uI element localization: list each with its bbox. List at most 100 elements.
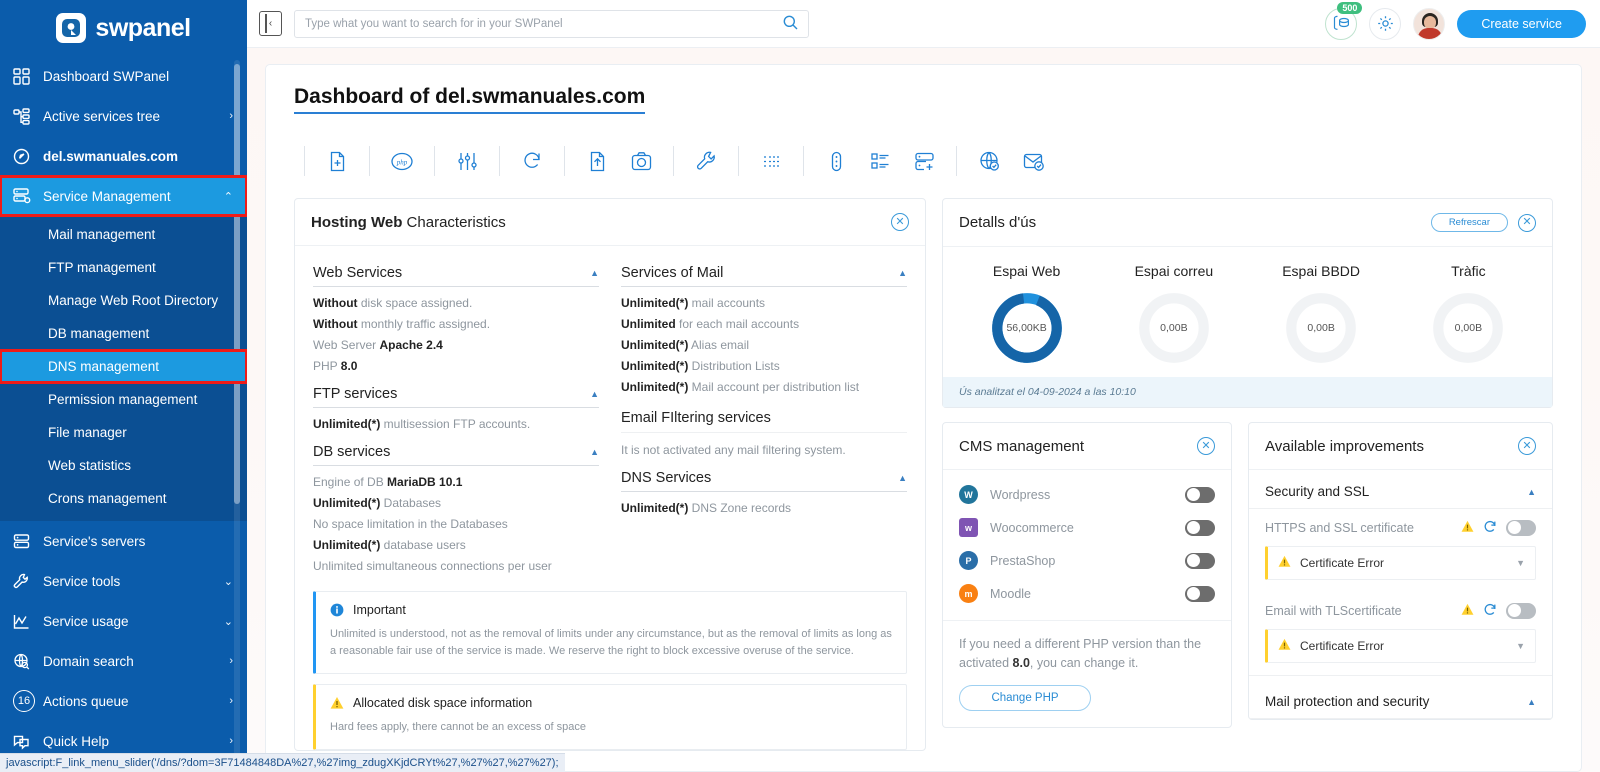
chevron-up-icon[interactable]: ▲ (1527, 487, 1536, 497)
refresh-icon[interactable] (1483, 519, 1497, 536)
create-service-button[interactable]: Create service (1457, 9, 1586, 38)
upload-file-icon[interactable] (575, 141, 619, 181)
moodle-icon: m (959, 584, 978, 603)
chevron-up-icon[interactable]: ▲ (898, 268, 907, 278)
sync-icon[interactable] (510, 141, 554, 181)
brand-logo[interactable]: swpanel (0, 0, 247, 56)
cms-label: PrestaShop (990, 553, 1056, 568)
improvement-label: Email with TLScertificate (1265, 603, 1402, 618)
chevron-down-icon[interactable]: ▼ (1516, 641, 1525, 651)
sidebar-item-dashboard[interactable]: Dashboard SWPanel (0, 56, 247, 96)
coins-icon[interactable]: 500 (1325, 1, 1363, 40)
sidebar-subitem-crons-management[interactable]: Crons management (0, 482, 247, 515)
chevron-right-icon: › (229, 110, 233, 122)
improvements-section-mail-protection[interactable]: Mail protection and security ▲ (1249, 675, 1552, 719)
improvement-toggle-https-ssl[interactable] (1506, 519, 1536, 536)
domain-circle-icon (13, 148, 43, 165)
sidebar-item-service-tools[interactable]: Service tools ⌄ (0, 561, 247, 601)
list-icon[interactable] (749, 141, 793, 181)
collapse-sidebar-icon[interactable]: ‹ (259, 11, 282, 36)
list-item: Engine of DB MariaDB 10.1 (313, 472, 599, 493)
php-icon[interactable]: php (380, 141, 424, 181)
status-bar: javascript:F_link_menu_slider('/dns/?dom… (0, 753, 565, 772)
close-circle-icon[interactable]: ✕ (891, 213, 909, 231)
cms-toggle-prestashop[interactable] (1185, 552, 1215, 569)
cms-toggle-woocommerce[interactable] (1185, 519, 1215, 536)
camera-icon[interactable] (619, 141, 663, 181)
mail-check-icon[interactable] (1011, 141, 1055, 181)
toggle-knob (1186, 554, 1200, 567)
coins-badge: 500 (1337, 1, 1363, 14)
sidebar-item-actions-queue[interactable]: 16 Actions queue › (0, 681, 247, 721)
sidebar-subitem-file-manager[interactable]: File manager (0, 416, 247, 449)
sidebar-item-services-servers[interactable]: Service's servers (0, 521, 247, 561)
chevron-up-icon[interactable]: ▲ (590, 268, 599, 278)
refresh-icon[interactable] (1483, 602, 1497, 619)
list-item: Unlimited(*) DNS Zone records (621, 498, 907, 519)
lower-cards-row: CMS management ✕ W Wordpress w Woocommer… (942, 422, 1553, 728)
sidebar-subitem-mail-management[interactable]: Mail management (0, 218, 247, 251)
gear-icon[interactable] (1369, 7, 1402, 40)
section-db-services[interactable]: DB services ▲ (313, 435, 599, 466)
add-server-icon[interactable] (902, 141, 946, 181)
wrench-tool-icon[interactable] (684, 141, 728, 181)
section-dns-services[interactable]: DNS Services ▲ (621, 461, 907, 492)
sidebar-subitem-permission-management[interactable]: Permission management (0, 383, 247, 416)
usage-value: 0,00B (1454, 322, 1483, 334)
improvement-toggle-email-tls[interactable] (1506, 602, 1536, 619)
card-header: Available improvements ✕ (1249, 423, 1552, 470)
section-ftp-services[interactable]: FTP services ▲ (313, 377, 599, 408)
list-item: It is not activated any mail filtering s… (621, 440, 907, 461)
refresh-button[interactable]: Refrescar (1430, 213, 1508, 232)
new-file-icon[interactable] (315, 141, 359, 181)
chevron-up-icon[interactable]: ▲ (590, 389, 599, 399)
item-bold: MariaDB 10.1 (387, 475, 463, 489)
vertical-dots-icon[interactable] (814, 141, 858, 181)
card-header: Hosting Web Characteristics ✕ (295, 199, 925, 246)
toolbar-separator (956, 146, 957, 176)
sidebar-item-service-usage[interactable]: Service usage ⌄ (0, 601, 247, 641)
sidebar-item-service-management[interactable]: Service Management ⌃ (0, 175, 247, 217)
wrench-icon (13, 573, 43, 590)
improvements-section-security-and-ssl[interactable]: Security and SSL ▲ (1249, 470, 1552, 509)
item-text: mail accounts (688, 296, 766, 310)
warning-icon (1461, 520, 1474, 536)
chevron-down-icon[interactable]: ▼ (1516, 558, 1525, 568)
sidebar-item-active-services-tree[interactable]: Active services tree › (0, 96, 247, 136)
close-circle-icon[interactable]: ✕ (1197, 437, 1215, 455)
search-input[interactable] (305, 17, 783, 30)
improvement-error-https-ssl[interactable]: Certificate Error ▼ (1265, 546, 1536, 580)
sidebar-item-domain[interactable]: del.swmanuales.com (0, 136, 247, 176)
card-title: Hosting Web Characteristics (311, 214, 506, 231)
sidebar-item-domain-search[interactable]: Domain search › (0, 641, 247, 681)
sidebar-subitem-db-management[interactable]: DB management (0, 317, 247, 350)
cms-toggle-wordpress[interactable] (1185, 486, 1215, 503)
chevron-up-icon[interactable]: ▲ (898, 473, 907, 483)
improvement-error-email-tls[interactable]: Certificate Error ▼ (1265, 629, 1536, 663)
search-icon[interactable] (783, 15, 798, 33)
sidebar-scrollbar-thumb[interactable] (234, 64, 240, 504)
note-title: Important (353, 603, 406, 617)
chevron-up-icon[interactable]: ▲ (1527, 697, 1536, 707)
close-circle-icon[interactable]: ✕ (1518, 213, 1536, 232)
chevron-up-icon[interactable]: ▲ (590, 447, 599, 457)
sidebar-subitem-dns-management[interactable]: DNS management (0, 349, 247, 384)
globe-check-icon[interactable] (967, 141, 1011, 181)
settings-sliders-icon[interactable] (445, 141, 489, 181)
change-php-button[interactable]: Change PHP (959, 685, 1091, 711)
list-item: Unlimited(*) database users (313, 535, 599, 556)
usage-cell-trafic: Tràfic 0,00B (1395, 263, 1542, 367)
sidebar-subitem-ftp-management[interactable]: FTP management (0, 251, 247, 284)
section-web-services[interactable]: Web Services ▲ (313, 256, 599, 287)
sidebar-subitem-web-statistics[interactable]: Web statistics (0, 449, 247, 482)
section-services-of-mail[interactable]: Services of Mail ▲ (621, 256, 907, 287)
user-avatar[interactable] (1413, 7, 1446, 40)
close-circle-icon[interactable]: ✕ (1518, 437, 1536, 455)
list-detail-icon[interactable] (858, 141, 902, 181)
list-item: Unlimited for each mail accounts (621, 314, 907, 335)
search-box[interactable] (294, 9, 809, 38)
sidebar-item-label: Service tools (43, 573, 121, 589)
cms-toggle-moodle[interactable] (1185, 585, 1215, 602)
sidebar-subitem-manage-web-root-directory[interactable]: Manage Web Root Directory (0, 284, 247, 317)
cms-row-moodle: m Moodle (943, 577, 1231, 610)
